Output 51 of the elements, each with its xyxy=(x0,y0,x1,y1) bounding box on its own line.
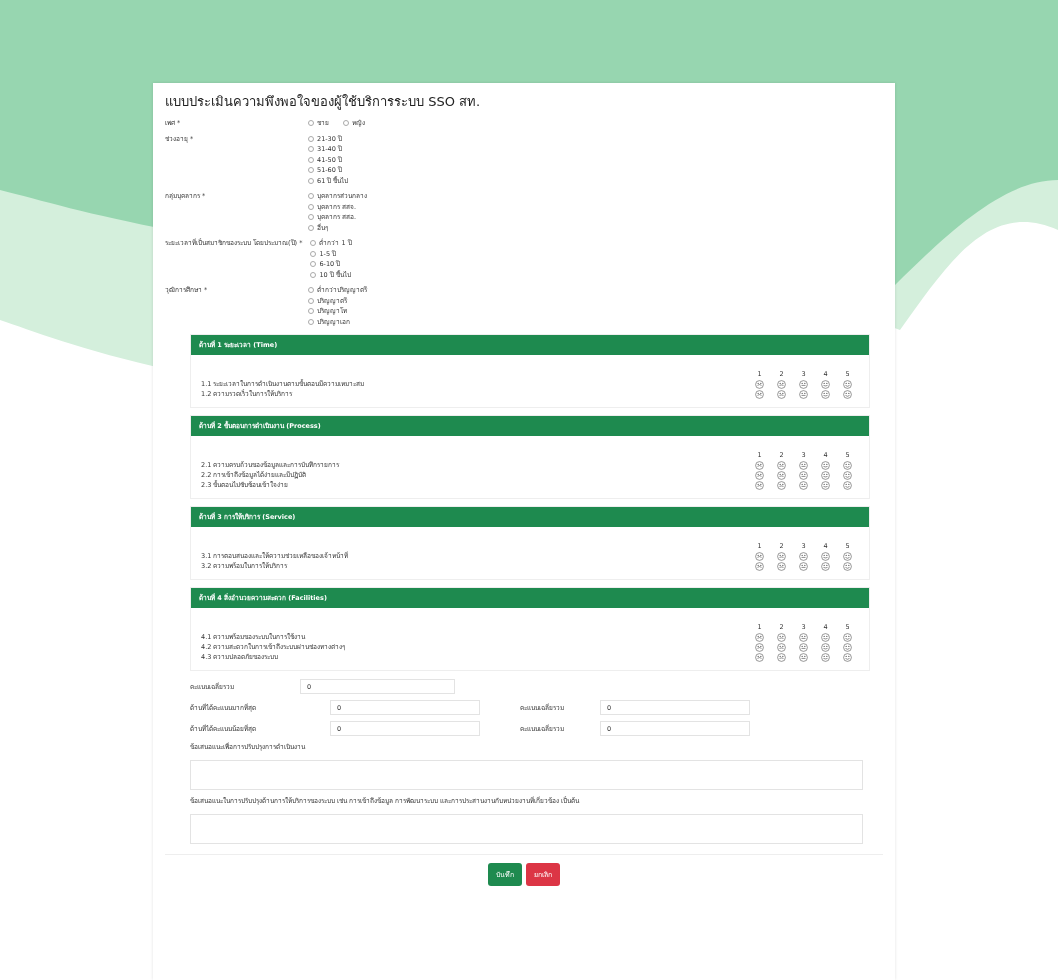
rating-face-icon[interactable] xyxy=(843,652,852,662)
rating-face-icon[interactable] xyxy=(843,480,852,490)
rating-face-icon[interactable] xyxy=(777,652,786,662)
rating-face-icon[interactable] xyxy=(799,389,808,399)
rating-face-icon[interactable] xyxy=(755,389,764,399)
rating-face-icon[interactable] xyxy=(799,470,808,480)
rating-face-icon[interactable] xyxy=(777,561,786,571)
rating-face-icon[interactable] xyxy=(755,379,764,389)
rating-face-icon[interactable] xyxy=(843,642,852,652)
rating-face-icon[interactable] xyxy=(755,632,764,642)
rating-face-icon[interactable] xyxy=(821,642,830,652)
rating-face-icon[interactable] xyxy=(799,460,808,470)
rating-face-icon[interactable] xyxy=(843,561,852,571)
rating-face-icon[interactable] xyxy=(799,379,808,389)
rating-face-icon[interactable] xyxy=(777,389,786,399)
form-title: แบบประเมินความพึงพอใจของผู้ใช้บริการระบบ SSO สท. xyxy=(165,93,482,112)
rating-face-icon[interactable] xyxy=(777,632,786,642)
rating-face-icon[interactable] xyxy=(799,480,808,490)
rating-face-icon[interactable] xyxy=(799,561,808,571)
rating-face-icon[interactable] xyxy=(843,460,852,470)
rating-face-icon[interactable] xyxy=(799,551,808,561)
rating-face-icon[interactable] xyxy=(843,632,852,642)
rating-face-icon[interactable] xyxy=(755,480,764,490)
rating-face-icon[interactable] xyxy=(843,470,852,480)
rating-face-icon[interactable] xyxy=(821,561,830,571)
rating-face-icon[interactable] xyxy=(755,652,764,662)
rating-face-icon[interactable] xyxy=(821,460,830,470)
rating-face-icon[interactable] xyxy=(843,551,852,561)
rating-face-icon[interactable] xyxy=(821,379,830,389)
rating-face-icon[interactable] xyxy=(821,480,830,490)
rating-face-icon[interactable] xyxy=(755,551,764,561)
rating-face-icon[interactable] xyxy=(777,642,786,652)
rating-face-icon[interactable] xyxy=(843,389,852,399)
rating-face-icon[interactable] xyxy=(777,480,786,490)
rating-face-icon[interactable] xyxy=(799,642,808,652)
rating-face-icon[interactable] xyxy=(755,561,764,571)
rating-face-icon[interactable] xyxy=(799,632,808,642)
rating-face-icon[interactable] xyxy=(799,652,808,662)
rating-face-icon[interactable] xyxy=(755,460,764,470)
rating-face-icon[interactable] xyxy=(821,551,830,561)
rating-face-icon[interactable] xyxy=(821,632,830,642)
rating-face-icon[interactable] xyxy=(777,379,786,389)
rating-face-icon[interactable] xyxy=(755,470,764,480)
rating-face-icon[interactable] xyxy=(755,642,764,652)
rating-face-icon[interactable] xyxy=(821,389,830,399)
rating-face-icon[interactable] xyxy=(777,551,786,561)
rating-face-icon[interactable] xyxy=(821,652,830,662)
rating-face-icon[interactable] xyxy=(843,379,852,389)
rating-face-icon[interactable] xyxy=(777,470,786,480)
rating-face-icon[interactable] xyxy=(821,470,830,480)
rating-face-icon[interactable] xyxy=(777,460,786,470)
